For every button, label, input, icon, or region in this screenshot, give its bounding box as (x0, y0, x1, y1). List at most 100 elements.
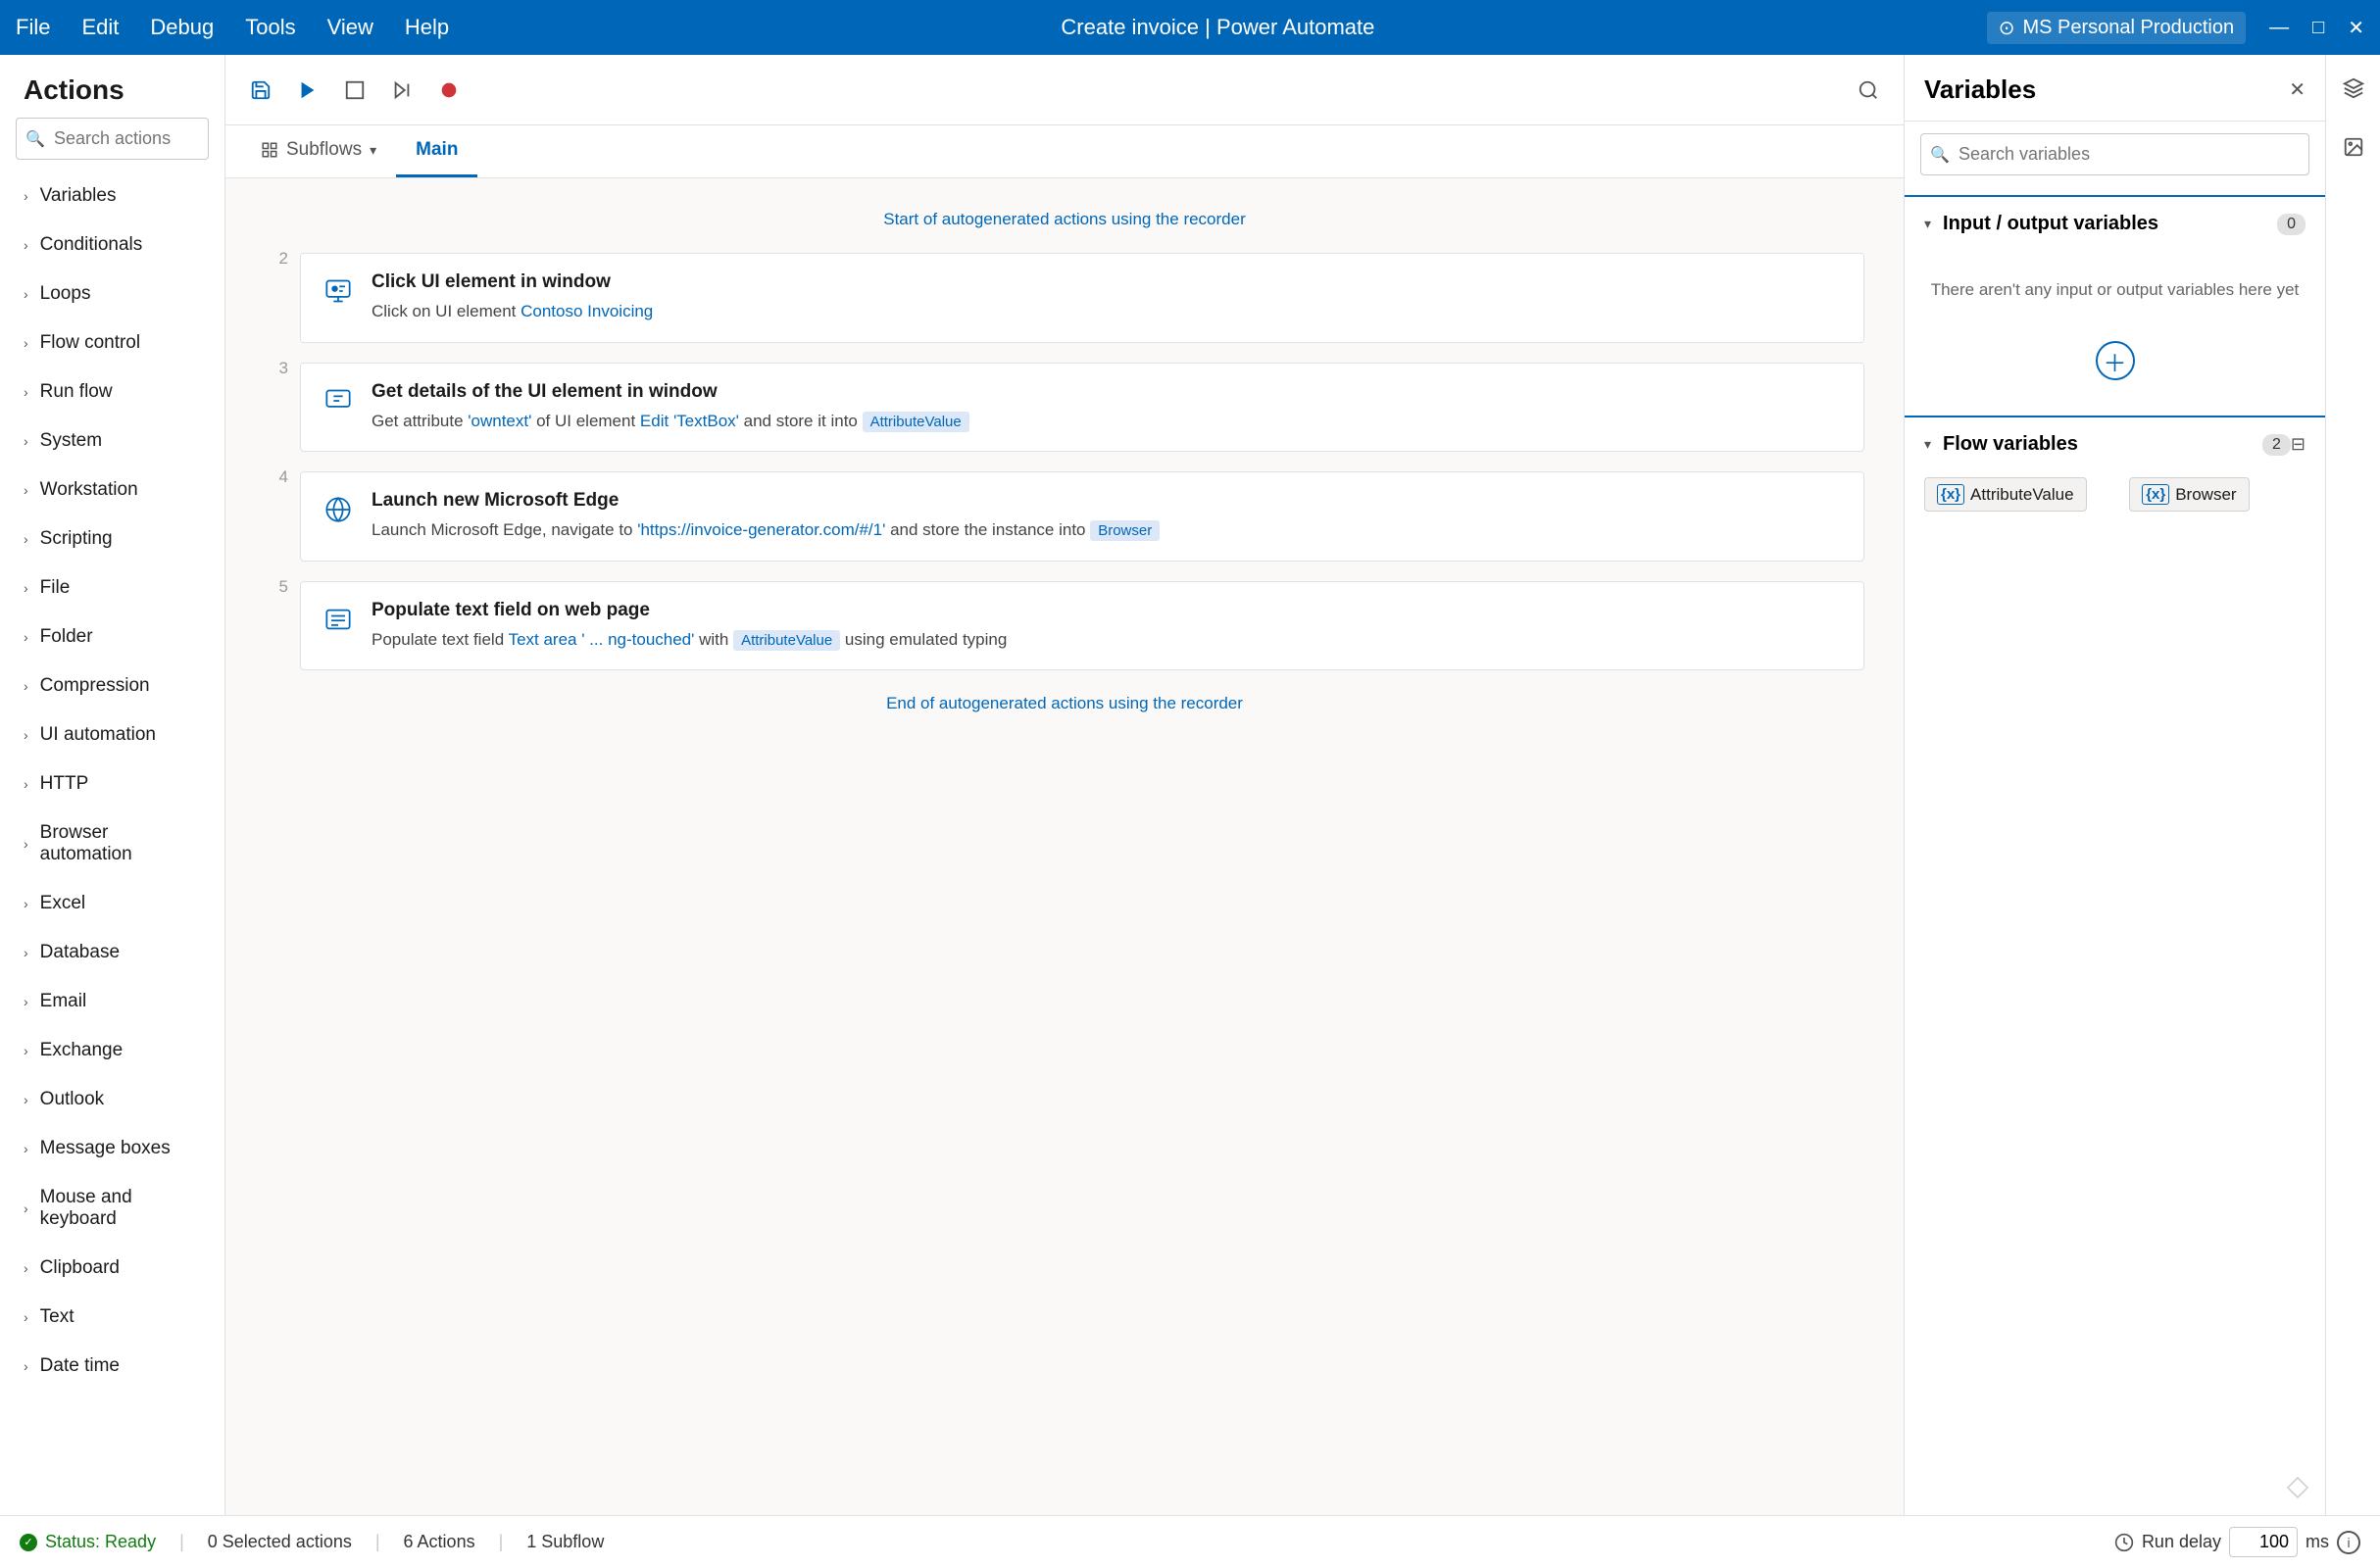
flow-item-2[interactable]: Click UI element in window Click on UI e… (300, 253, 1864, 343)
next-step-button[interactable] (382, 71, 421, 110)
sidebar-item-outlook[interactable]: › Outlook (0, 1075, 224, 1124)
owntext-link[interactable]: 'owntext' (468, 412, 531, 430)
sidebar-item-browser-automation[interactable]: › Browser automation (0, 808, 224, 879)
sidebar-item-ui-automation[interactable]: › UI automation (0, 710, 224, 760)
menu-edit[interactable]: Edit (81, 15, 119, 40)
url-link[interactable]: 'https://invoice-generator.com/#/1' (637, 520, 885, 539)
flow-item-5[interactable]: Populate text field on web page Populate… (300, 581, 1864, 671)
edit-textbox-link[interactable]: Edit 'TextBox' (640, 412, 739, 430)
flow-item-content-2: Click UI element in window Click on UI e… (372, 271, 1844, 324)
menu-tools[interactable]: Tools (245, 15, 295, 40)
sidebar-item-text[interactable]: › Text (0, 1293, 224, 1342)
io-section-title: Input / output variables (1943, 213, 2267, 235)
minimize-button[interactable]: — (2269, 17, 2289, 39)
flow-row-4: 4 Launch new Microsoft Edge Launch Micro… (265, 464, 1864, 569)
variable-chip-attribute-value[interactable]: {x} AttributeValue (1924, 477, 2087, 512)
tab-main[interactable]: Main (396, 125, 477, 177)
user-name: MS Personal Production (2022, 17, 2234, 39)
stop-button[interactable] (335, 71, 374, 110)
menu-view[interactable]: View (327, 15, 373, 40)
flow-section-header[interactable]: ▾ Flow variables 2 ⊟ (1905, 417, 2325, 471)
image-icon[interactable] (2332, 125, 2375, 169)
flow-variables-section: ▾ Flow variables 2 ⊟ {x} AttributeValue … (1905, 416, 2325, 525)
flow-section-body: {x} AttributeValue {x} Browser (1905, 471, 2325, 525)
sidebar-item-variables[interactable]: › Variables (0, 172, 224, 220)
user-badge[interactable]: ⊙ MS Personal Production (1987, 12, 2246, 44)
sidebar-search-container: 🔍 (16, 118, 209, 160)
sidebar-item-scripting[interactable]: › Scripting (0, 514, 224, 564)
layers-icon[interactable] (2332, 67, 2375, 110)
chevron-icon: › (24, 896, 28, 911)
flow-item-desc-3: Get attribute 'owntext' of UI element Ed… (372, 409, 1844, 434)
sidebar-item-clipboard[interactable]: › Clipboard (0, 1244, 224, 1293)
variables-search-icon: 🔍 (1930, 145, 1950, 165)
chevron-icon: › (24, 531, 28, 547)
subflows-dropdown-icon[interactable]: ▾ (370, 142, 376, 159)
sidebar-item-http[interactable]: › HTTP (0, 760, 224, 808)
chevron-icon: › (24, 776, 28, 792)
sidebar-item-excel[interactable]: › Excel (0, 879, 224, 928)
sidebar-item-mouse-keyboard[interactable]: › Mouse and keyboard (0, 1173, 224, 1244)
line-number-3: 3 (265, 359, 288, 378)
variables-close-button[interactable]: ✕ (2289, 77, 2306, 102)
sidebar-item-system[interactable]: › System (0, 416, 224, 466)
chevron-icon: › (24, 1043, 28, 1058)
sidebar-item-label: Loops (40, 283, 91, 305)
sidebar-item-compression[interactable]: › Compression (0, 662, 224, 710)
flow-start-link[interactable]: Start of autogenerated actions using the… (883, 210, 1246, 228)
flow-section-count: 2 (2262, 434, 2291, 456)
sidebar-item-workstation[interactable]: › Workstation (0, 466, 224, 514)
text-area-link[interactable]: Text area ' ... ng-touched' (509, 630, 695, 649)
flow-end-link[interactable]: End of autogenerated actions using the r… (886, 694, 1243, 712)
sidebar-item-database[interactable]: › Database (0, 928, 224, 977)
search-variables-input[interactable] (1920, 133, 2309, 175)
chevron-icon: › (24, 678, 28, 694)
sidebar-item-conditionals[interactable]: › Conditionals (0, 220, 224, 270)
flow-item-content-3: Get details of the UI element in window … (372, 381, 1844, 434)
sidebar-item-label: Flow control (40, 332, 140, 354)
titlebar-controls[interactable]: ⊙ MS Personal Production — □ ✕ (1987, 12, 2364, 44)
chevron-icon: › (24, 1309, 28, 1325)
save-button[interactable] (241, 71, 280, 110)
variable-icon: {x} (1937, 484, 1964, 505)
chevron-icon: › (24, 1358, 28, 1374)
flow-item-4[interactable]: Launch new Microsoft Edge Launch Microso… (300, 471, 1864, 562)
sidebar-item-label: Outlook (40, 1089, 104, 1110)
sidebar-item-loops[interactable]: › Loops (0, 270, 224, 318)
toolbar-search-button[interactable] (1849, 71, 1888, 110)
run-delay-input[interactable] (2229, 1527, 2298, 1557)
io-section-header[interactable]: ▾ Input / output variables 0 (1905, 197, 2325, 251)
flow-item-content-5: Populate text field on web page Populate… (372, 600, 1844, 653)
variable-chip-browser[interactable]: {x} Browser (2129, 477, 2249, 512)
filter-icon[interactable]: ⊟ (2291, 434, 2306, 455)
flow-end-label: End of autogenerated actions using the r… (265, 682, 1864, 725)
close-button[interactable]: ✕ (2348, 16, 2364, 40)
flow-item-desc-5: Populate text field Text area ' ... ng-t… (372, 627, 1844, 653)
sidebar-item-flow-control[interactable]: › Flow control (0, 318, 224, 368)
flow-item-3[interactable]: Get details of the UI element in window … (300, 363, 1864, 453)
menu-help[interactable]: Help (405, 15, 449, 40)
chevron-icon: › (24, 188, 28, 204)
run-button[interactable] (288, 71, 327, 110)
sidebar-item-run-flow[interactable]: › Run flow (0, 368, 224, 416)
sidebar-item-message-boxes[interactable]: › Message boxes (0, 1124, 224, 1173)
sidebar-item-folder[interactable]: › Folder (0, 612, 224, 662)
sidebar-item-datetime[interactable]: › Date time (0, 1342, 224, 1391)
sidebar: Actions 🔍 › Variables › Conditionals › L… (0, 55, 225, 1515)
menu-file[interactable]: File (16, 15, 50, 40)
chevron-icon: › (24, 994, 28, 1009)
sidebar-item-label: File (40, 577, 71, 599)
titlebar-menu[interactable]: File Edit Debug Tools View Help (16, 15, 449, 40)
contoso-invoicing-link[interactable]: Contoso Invoicing (521, 302, 653, 320)
add-io-variable-button[interactable]: ＋ (2096, 341, 2135, 380)
maximize-button[interactable]: □ (2312, 17, 2324, 39)
variable-name-2: Browser (2175, 485, 2236, 505)
sidebar-item-file[interactable]: › File (0, 564, 224, 612)
record-button[interactable] (429, 71, 469, 110)
sidebar-item-email[interactable]: › Email (0, 977, 224, 1026)
sidebar-item-exchange[interactable]: › Exchange (0, 1026, 224, 1075)
run-delay-info-icon[interactable]: i (2337, 1531, 2360, 1554)
tab-subflows[interactable]: Subflows ▾ (241, 125, 396, 177)
menu-debug[interactable]: Debug (150, 15, 214, 40)
user-icon: ⊙ (1999, 16, 2015, 40)
